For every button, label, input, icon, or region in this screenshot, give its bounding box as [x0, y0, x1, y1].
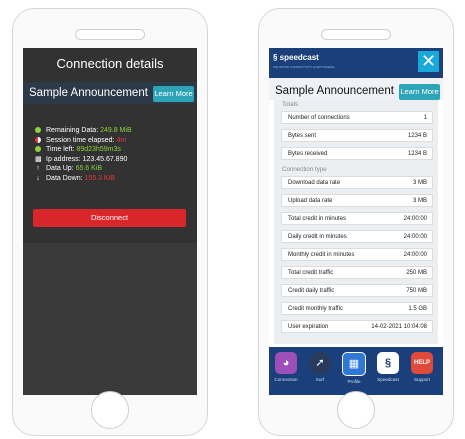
dock-item-surf[interactable]: ➚ Surf: [306, 352, 334, 382]
screen-totals: § speedcast UNLIMITED CONNECTIVITY EVERY…: [269, 48, 443, 395]
brand-tagline: UNLIMITED CONNECTIVITY EVERYWHERE: [273, 65, 335, 69]
status-remaining-data: Remaining Data: 249.8 MiB: [35, 126, 132, 136]
half-circle-icon: [35, 136, 41, 143]
learn-more-button[interactable]: Learn More: [153, 86, 194, 102]
status-ip-address: ▩ Ip address: 123.45.67.890: [35, 155, 128, 163]
table-row: Download data rate 3 MB: [281, 176, 433, 189]
status-value: 89d23h59m3s: [76, 146, 121, 153]
table-row: Total credit traffic 250 MB: [281, 266, 433, 279]
bottom-dock: ◕ Connection ➚ Surf ▦ Profile § Speedcas…: [269, 347, 443, 395]
dock-item-speedcast[interactable]: § Speedcast: [374, 352, 402, 382]
network-icon: ▩: [35, 155, 42, 163]
home-button[interactable]: [91, 391, 129, 429]
status-data-up: ↑ Data Up: 65.6 KiB: [36, 165, 103, 172]
speedcast-logo: § speedcast: [273, 53, 319, 62]
home-button[interactable]: [337, 391, 375, 429]
phone-frame-right: § speedcast UNLIMITED CONNECTIVITY EVERY…: [258, 8, 454, 436]
table-row: Daily credit in minutes 24:00:00: [281, 230, 433, 243]
status-session-time: Session time elapsed: 4m: [35, 136, 132, 146]
table-row: Number of connections 1: [281, 111, 433, 124]
table-row: Credit monthly traffic 1.5 GB: [281, 302, 433, 315]
compass-icon: ➚: [309, 352, 331, 374]
phone-speaker: [321, 29, 391, 40]
empty-panel: [23, 243, 197, 395]
phone-frame-left: Connection details Sample Announcement L…: [12, 8, 208, 436]
status-time-left: Time left: 89d23h59m3s: [35, 145, 132, 155]
table-row: Bytes sent 1234 B: [281, 129, 433, 142]
table-row: Upload data rate 3 MB: [281, 194, 433, 207]
help-lifebuoy-icon: HELP: [411, 352, 433, 374]
section-totals: Totals: [282, 101, 299, 108]
page-title: Connection details: [56, 56, 164, 71]
status-value: 65.6 KiB: [75, 165, 103, 172]
learn-more-button[interactable]: Learn More: [399, 84, 440, 100]
announcement-text: Sample Announcement: [275, 85, 394, 97]
status-value: 123.45.67.890: [82, 155, 128, 163]
dock-item-connection[interactable]: ◕ Connection: [272, 352, 300, 382]
disconnect-button[interactable]: Disconnect: [33, 209, 186, 227]
down-arrow-icon: ↓: [36, 174, 40, 182]
status-list: Remaining Data: 249.8 MiB Session time e…: [35, 126, 132, 183]
screen-connection-details: Connection details Sample Announcement L…: [23, 48, 197, 395]
table-row: Monthly credit in minutes 24:00:00: [281, 248, 433, 261]
status-value: 4m: [116, 136, 127, 144]
announcement-text: Sample Announcement: [29, 87, 148, 99]
profile-card-icon: ▦: [342, 352, 366, 376]
green-dot-icon: [35, 127, 41, 133]
up-arrow-icon: ↑: [36, 165, 40, 172]
table-row: Bytes received 1234 B: [281, 147, 433, 160]
table-row: Total credit in minutes 24:00:00: [281, 212, 433, 225]
speedcast-logo-icon: §: [377, 352, 399, 374]
gauge-icon: ◕: [275, 352, 297, 374]
status-value: 249.8 MiB: [100, 127, 132, 134]
status-data-down: ↓ Data Down: 155.3 KiB: [36, 174, 115, 182]
green-dot-icon: [35, 146, 41, 152]
phone-speaker: [75, 29, 145, 40]
section-connection-type: Connection type: [282, 166, 327, 173]
status-value: 155.3 KiB: [84, 174, 115, 182]
totals-panel: Totals Number of connections 1 Bytes sent…: [274, 100, 438, 344]
app-header: § speedcast UNLIMITED CONNECTIVITY EVERY…: [269, 48, 443, 78]
table-row: Credit daily traffic 750 MB: [281, 284, 433, 297]
table-row: User expiration 14-02-2021 10:04:08: [281, 320, 433, 333]
close-icon[interactable]: ✕: [418, 51, 439, 72]
dock-item-profile[interactable]: ▦ Profile: [340, 352, 368, 384]
dock-item-support[interactable]: HELP Support: [408, 352, 436, 382]
